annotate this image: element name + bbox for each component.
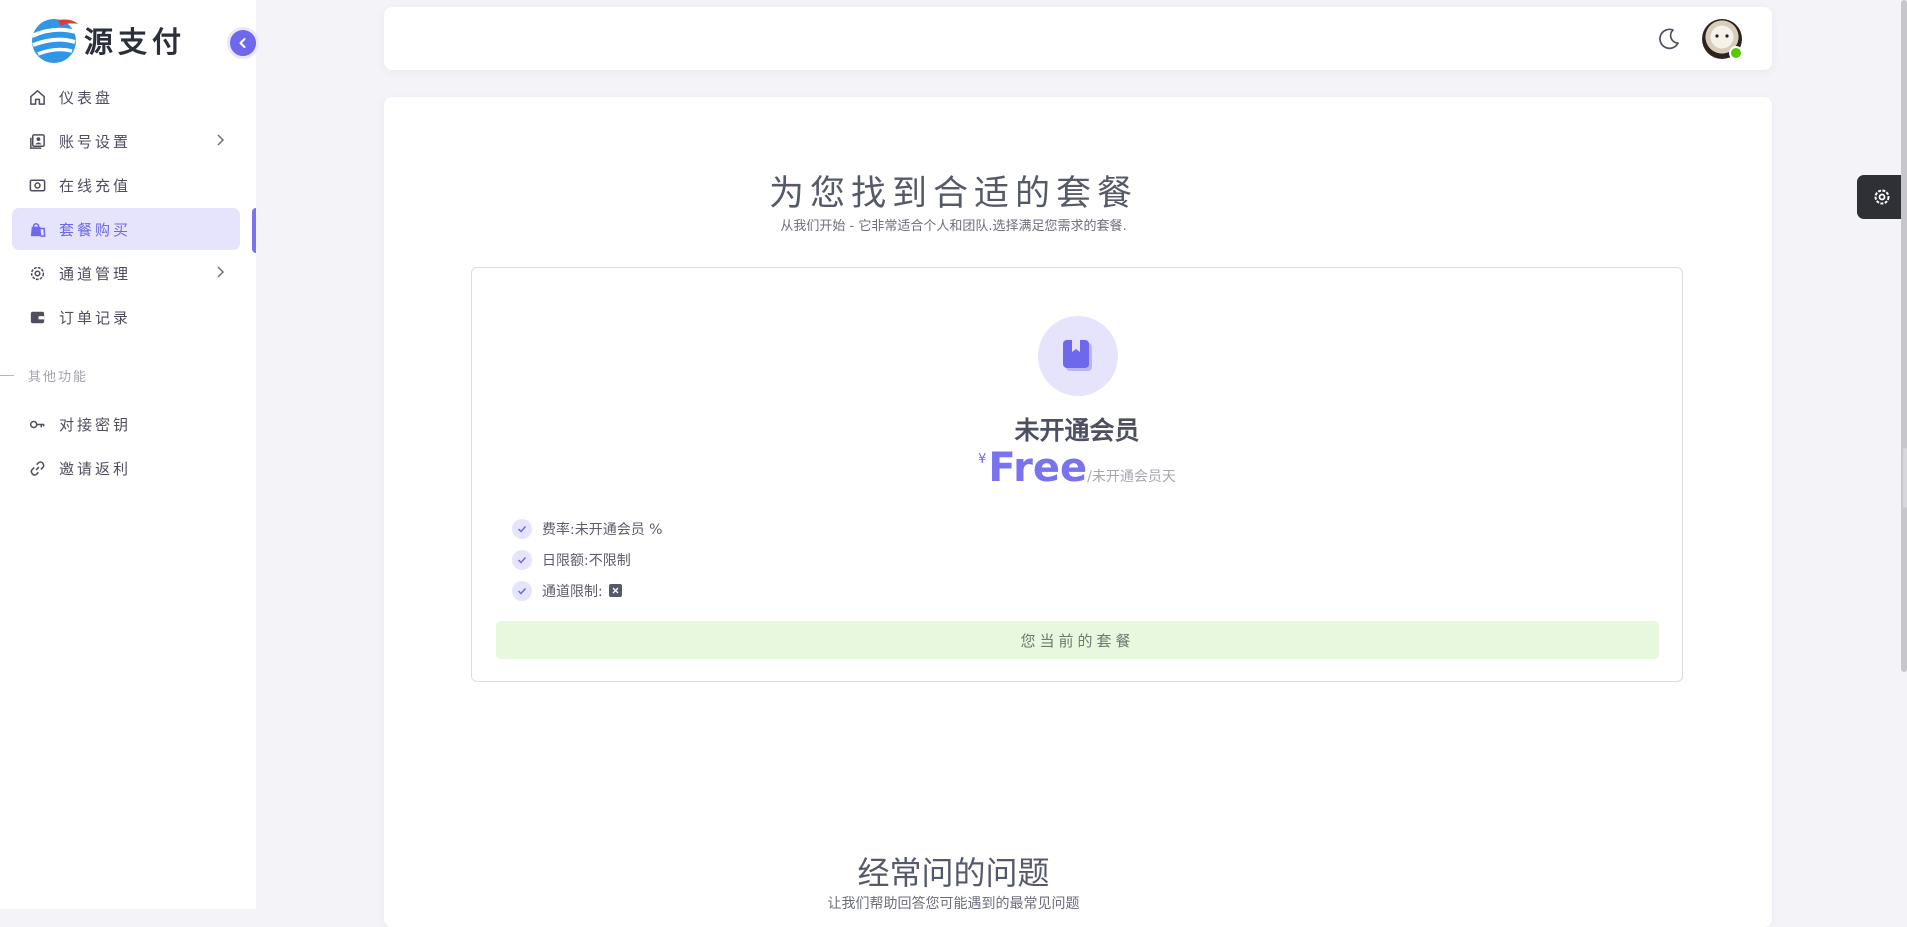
price-period: /未开通会员天 bbox=[1087, 469, 1176, 485]
theme-customizer-button[interactable] bbox=[1857, 175, 1907, 219]
sidebar: 源支付 仪表盘 账号设置 在线充值 套餐购买 通道管理 订单记录 其他功能 对接… bbox=[0, 0, 259, 909]
divider bbox=[0, 375, 14, 376]
sidebar-item-label: 订单记录 bbox=[59, 308, 132, 327]
brand-name: 源支付 bbox=[84, 25, 187, 59]
chevron-right-icon bbox=[217, 266, 225, 278]
x-box-icon bbox=[608, 584, 622, 597]
sidebar-item-label: 对接密钥 bbox=[59, 415, 132, 434]
chevron-right-icon bbox=[217, 134, 225, 146]
brand[interactable]: 源支付 bbox=[28, 14, 186, 66]
sidebar-item-label: 账号设置 bbox=[59, 132, 132, 151]
sidebar-item-label: 邀请返利 bbox=[59, 459, 132, 478]
sidebar-collapse-button[interactable] bbox=[227, 27, 259, 59]
key-icon bbox=[29, 420, 45, 428]
brand-logo-icon bbox=[31, 19, 78, 63]
feature-item: 通道限制: bbox=[512, 575, 662, 606]
pricing-title: 为您找到合适的套餐 bbox=[768, 174, 1138, 214]
gear-icon bbox=[30, 266, 45, 280]
moon-icon[interactable] bbox=[1656, 26, 1682, 52]
scrollbar-thumb[interactable] bbox=[1903, 448, 1907, 508]
feature-label: 通道限制: bbox=[542, 583, 603, 600]
wallet-icon bbox=[30, 311, 45, 323]
feature-value: 不限制 bbox=[588, 552, 631, 569]
sidebar-section-header: 其他功能 bbox=[0, 366, 88, 385]
pricing-subtitle: 从我们开始 - 它非常适合个人和团队.选择满足您需求的套餐. bbox=[780, 219, 1127, 234]
link-icon bbox=[30, 460, 45, 476]
bookmark-book-icon bbox=[1063, 340, 1092, 371]
sidebar-item-label: 通道管理 bbox=[59, 264, 132, 283]
feature-label: 费率: bbox=[542, 521, 575, 538]
faq-subtitle: 让我们帮助回答您可能遇到的最常见问题 bbox=[827, 896, 1080, 912]
gear-icon bbox=[1874, 189, 1890, 205]
plan-price: ¥ Free /未开通会员天 bbox=[472, 444, 1682, 492]
online-status-dot bbox=[1729, 46, 1743, 60]
sidebar-item-order-records[interactable]: 订单记录 bbox=[12, 296, 240, 338]
plan-name: 未开通会员 bbox=[1014, 416, 1140, 445]
feature-item: 日限额: 不限制 bbox=[512, 544, 662, 575]
plan-card: 未开通会员 ¥ Free /未开通会员天 费率: 未开通会员 % 日限额: 不限… bbox=[471, 267, 1683, 682]
feature-item: 费率: 未开通会员 % bbox=[512, 513, 662, 544]
avatar-face-icon bbox=[1715, 34, 1729, 38]
faq-title: 经常问的问题 bbox=[857, 854, 1050, 892]
sidebar-item-account-settings[interactable]: 账号设置 bbox=[12, 120, 240, 162]
page-scrollbar[interactable] bbox=[1901, 0, 1907, 672]
sidebar-nav-other: 对接密钥 邀请返利 bbox=[12, 403, 240, 491]
sidebar-item-label: 仪表盘 bbox=[59, 88, 114, 107]
price-amount: Free bbox=[988, 445, 1088, 491]
feature-label: 日限额: bbox=[542, 552, 589, 569]
check-icon bbox=[512, 580, 532, 601]
section-title: 其他功能 bbox=[28, 370, 89, 385]
user-card-icon bbox=[30, 133, 45, 149]
chevron-left-icon bbox=[239, 38, 246, 48]
current-plan-button[interactable]: 您当前的套餐 bbox=[496, 621, 1659, 659]
check-icon bbox=[512, 549, 532, 570]
home-icon bbox=[30, 89, 45, 105]
avatar[interactable] bbox=[1702, 19, 1743, 60]
sidebar-item-api-keys[interactable]: 对接密钥 bbox=[12, 403, 240, 445]
plan-icon-badge bbox=[1038, 316, 1118, 396]
sidebar-item-referral[interactable]: 邀请返利 bbox=[12, 447, 240, 489]
feature-value: 未开通会员 % bbox=[574, 521, 663, 538]
sidebar-item-dashboard[interactable]: 仪表盘 bbox=[12, 76, 240, 118]
top-navbar bbox=[384, 7, 1772, 70]
check-icon bbox=[512, 518, 532, 539]
price-currency: ¥ bbox=[978, 452, 987, 467]
plan-features: 费率: 未开通会员 % 日限额: 不限制 通道限制: bbox=[512, 513, 662, 606]
sidebar-item-channel-management[interactable]: 通道管理 bbox=[12, 252, 240, 294]
